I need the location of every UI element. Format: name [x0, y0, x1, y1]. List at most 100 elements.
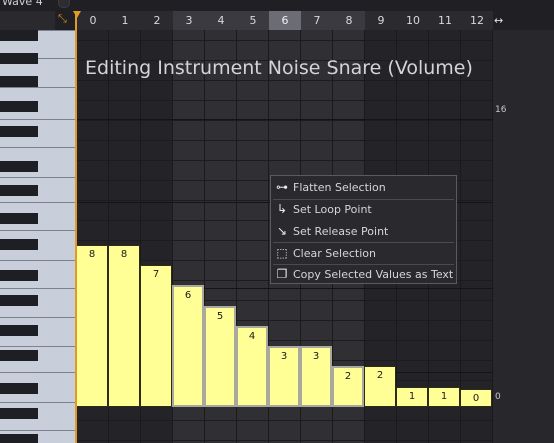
header-left-panel — [0, 11, 55, 30]
value-bar-4[interactable]: 5 — [204, 306, 236, 407]
value-bar-8[interactable]: 2 — [332, 366, 364, 407]
value-scale-panel: 16 0 — [493, 30, 554, 443]
menu-item-label: Set Release Point — [293, 225, 389, 238]
white-key-edge — [0, 119, 75, 120]
grid-hline — [77, 80, 493, 81]
editor-title: Editing Instrument Noise Snare (Volume) — [85, 57, 473, 79]
menu-item-label: Flatten Selection — [293, 181, 386, 194]
grid-hline — [77, 120, 493, 121]
column-label-4[interactable]: 4 — [205, 11, 237, 30]
black-key[interactable] — [0, 76, 38, 87]
black-key[interactable] — [0, 350, 38, 361]
value-bar-label: 0 — [472, 393, 480, 404]
value-bar-0[interactable]: 8 — [76, 245, 108, 407]
loop-point-icon: ↳ — [276, 202, 288, 216]
white-key-edge — [0, 202, 75, 203]
menu-item-clear-selection[interactable]: ⬚ Clear Selection — [273, 243, 454, 264]
value-bar-1[interactable]: 8 — [108, 245, 140, 407]
black-key[interactable] — [0, 161, 38, 172]
value-bar-label: 2 — [376, 370, 384, 381]
white-key-edge — [0, 87, 75, 88]
copy-icon: ❐ — [276, 267, 288, 281]
playhead-marker-icon[interactable] — [73, 11, 81, 18]
grid-vline — [460, 30, 461, 443]
black-key[interactable] — [0, 30, 38, 41]
grid-octave-line — [77, 119, 493, 120]
black-key[interactable] — [0, 408, 38, 419]
grid-hline — [77, 440, 493, 441]
value-bar-9[interactable]: 2 — [364, 366, 396, 407]
menu-item-flatten-selection[interactable]: ⊶ Flatten Selection — [273, 177, 454, 198]
value-bar-label: 8 — [120, 249, 128, 260]
menu-item-set-release-point[interactable]: ↘ Set Release Point — [273, 221, 454, 242]
grid-hline — [77, 160, 493, 161]
menu-item-label: Set Loop Point — [293, 203, 372, 216]
value-bar-2[interactable]: 7 — [140, 265, 172, 407]
white-key-edge — [0, 430, 75, 431]
value-bar-7[interactable]: 3 — [300, 346, 332, 407]
value-bar-label: 2 — [344, 371, 352, 382]
white-key-edge — [0, 260, 75, 261]
column-label-3[interactable]: 3 — [173, 11, 205, 30]
black-key[interactable] — [0, 53, 38, 64]
value-bar-label: 1 — [408, 391, 416, 402]
horizontal-resize-icon[interactable]: ↔ — [494, 11, 508, 30]
column-label-2[interactable]: 2 — [141, 11, 173, 30]
menu-item-copy-values-as-text[interactable]: ❐ Copy Selected Values as Text — [273, 264, 454, 285]
column-label-1[interactable]: 1 — [109, 11, 141, 30]
black-key[interactable] — [0, 239, 38, 250]
column-label-7[interactable]: 7 — [301, 11, 333, 30]
black-key[interactable] — [0, 295, 38, 306]
grid-hline — [77, 100, 493, 101]
black-key[interactable] — [0, 270, 38, 281]
black-key[interactable] — [0, 185, 38, 196]
black-key[interactable] — [0, 126, 38, 137]
value-bar-label: 1 — [440, 391, 448, 402]
black-key[interactable] — [0, 325, 38, 336]
grid-hline — [77, 140, 493, 141]
value-bar-6[interactable]: 3 — [268, 346, 300, 407]
white-key-edge — [0, 147, 75, 148]
value-bar-12[interactable]: 0 — [460, 389, 492, 407]
value-bar-3[interactable]: 6 — [172, 285, 204, 407]
value-bar-label: 5 — [216, 311, 224, 322]
black-key[interactable] — [0, 434, 38, 443]
column-label-5[interactable]: 5 — [237, 11, 269, 30]
column-label-9[interactable]: 9 — [365, 11, 397, 30]
clear-selection-icon: ⬚ — [276, 246, 288, 260]
column-label-0[interactable]: 0 — [77, 11, 109, 30]
black-key[interactable] — [0, 383, 38, 394]
wave-label: Wave 4 — [2, 0, 43, 8]
value-bar-label: 6 — [184, 290, 192, 301]
column-label-11[interactable]: 11 — [429, 11, 461, 30]
value-bar-label: 3 — [312, 351, 320, 362]
column-label-10[interactable]: 10 — [397, 11, 429, 30]
playhead-line[interactable] — [75, 14, 77, 443]
flatten-icon: ⊶ — [276, 180, 288, 194]
white-key-edge — [0, 288, 75, 289]
piano-keyboard[interactable] — [0, 30, 75, 443]
white-key-edge — [0, 346, 75, 347]
black-key[interactable] — [0, 101, 38, 112]
column-label-6[interactable]: 6 — [269, 11, 301, 30]
white-key-edge — [0, 372, 75, 373]
white-key-edge — [0, 317, 75, 318]
scale-max-label: 16 — [495, 105, 507, 115]
column-ruler[interactable]: 0 1 2 3 4 5 6 7 8 9 10 11 12 — [75, 11, 493, 30]
value-bar-5[interactable]: 4 — [236, 326, 268, 407]
context-menu: ⊶ Flatten Selection ↳ Set Loop Point ↘ S… — [270, 175, 457, 284]
column-label-8[interactable]: 8 — [333, 11, 365, 30]
column-label-12[interactable]: 12 — [461, 11, 493, 30]
expand-corner-icon[interactable]: ⤡ — [58, 13, 70, 25]
menu-item-label: Copy Selected Values as Text — [293, 268, 454, 281]
grid-hline — [77, 420, 493, 421]
wave-toggle-icon[interactable] — [58, 0, 70, 8]
scale-min-label: 0 — [495, 392, 501, 402]
value-bar-10[interactable]: 1 — [396, 387, 428, 407]
menu-item-set-loop-point[interactable]: ↳ Set Loop Point — [273, 199, 454, 220]
white-key-edge — [0, 177, 75, 178]
black-key[interactable] — [0, 213, 38, 224]
value-bar-label: 8 — [88, 249, 96, 260]
value-bar-11[interactable]: 1 — [428, 387, 460, 407]
value-bar-label: 7 — [152, 269, 160, 280]
